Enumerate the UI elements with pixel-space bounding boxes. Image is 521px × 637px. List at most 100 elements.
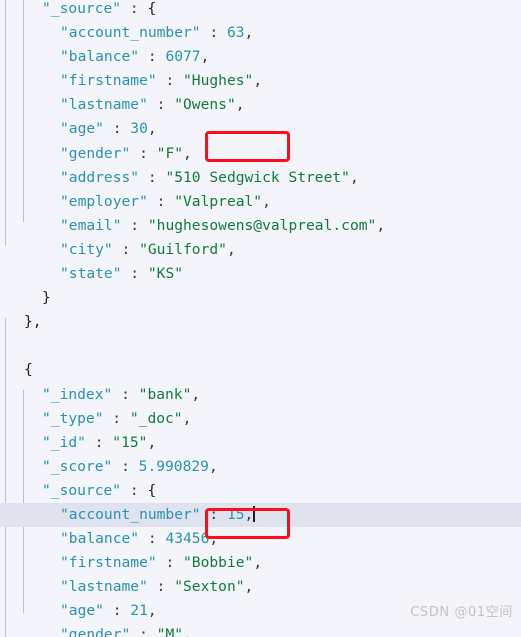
code-line[interactable]: "age" : 30, [0,117,521,141]
token-n: 21 [130,602,148,620]
token-k: "gender" [60,144,131,162]
token-p: : [112,240,140,258]
token-k: "balance" [60,530,140,548]
token-p: : [156,554,184,572]
token-k: "gender" [60,626,131,637]
token-k: "_id" [42,433,86,451]
code-line[interactable]: "city" : "Guilford", [0,238,521,262]
json-code-editor[interactable]: "_source" : {"account_number" : 63, "bala… [0,0,521,637]
token-s: "bank" [138,385,192,403]
token-k: "address" [60,168,140,186]
token-k: "state" [60,265,122,283]
token-b: } [42,289,51,307]
code-line[interactable]: "account_number" : 15, [0,502,521,528]
token-b: { [147,0,157,17]
token-p: , [235,96,245,114]
token-p: : [130,144,157,162]
token-k: "_score" [42,457,113,475]
token-p: : [147,96,175,114]
token-k: "lastname" [60,96,148,114]
token-p: : [139,168,166,186]
token-p: , [183,626,192,637]
token-n: 6077 [165,48,201,66]
token-s: "hughesowens@valpreal.com" [147,216,377,234]
token-p: , [147,120,157,138]
token-p: : [139,48,166,66]
token-p: , [147,602,157,620]
code-lines[interactable]: "_source" : {"account_number" : 63, "bala… [0,0,521,637]
token-b: { [24,361,33,379]
token-p: , [253,554,263,572]
code-line[interactable]: "employer" : "Valpreal", [0,190,521,214]
token-p: , [183,144,192,162]
token-p: , [208,457,218,475]
token-n: 5.990829 [138,457,209,475]
code-line[interactable] [0,334,521,358]
token-p: , [253,72,263,90]
token-k: "employer" [60,192,148,210]
token-p: : [139,530,166,548]
code-line[interactable]: } [0,286,521,310]
token-s: "M" [156,626,184,637]
token-k: "firstname" [60,72,157,90]
code-line[interactable]: "_index" : "bank", [0,383,521,407]
token-s: "Valpreal" [174,192,263,210]
code-line[interactable]: "lastname" : "Sexton", [0,575,521,599]
code-line[interactable]: "_type" : "_doc", [0,407,521,431]
token-p: , [200,48,210,66]
code-line[interactable]: "lastname" : "Owens", [0,93,521,117]
token-p: : [112,385,139,403]
token-s: "Guilford" [139,240,227,258]
token-k: "email" [60,216,122,234]
token-p: : [121,216,148,234]
token-s: "510 Sedgwick Street" [165,168,350,186]
token-p: , [147,433,157,451]
token-n: 43456 [165,530,210,548]
code-line[interactable]: "_id" : "15", [0,431,521,455]
token-p: , [226,240,236,258]
code-line[interactable]: { [0,358,521,382]
code-line[interactable]: "balance" : 6077, [0,45,521,69]
token-s: "Sexton" [174,578,245,596]
token-s: "15" [112,433,148,451]
token-p: , [244,505,254,523]
token-p: , [182,409,192,427]
token-s: "_doc" [129,409,183,427]
token-n: 63 [226,24,245,42]
token-s: "Hughes" [183,72,254,90]
code-line[interactable]: "firstname" : "Hughes", [0,69,521,93]
code-line[interactable]: "state" : "KS" [0,262,521,286]
token-k: "city" [60,240,113,258]
code-line[interactable]: "_score" : 5.990829, [0,455,521,479]
code-line[interactable]: "_source" : { [0,479,521,503]
token-p: : [121,265,148,283]
token-p: : [121,481,148,499]
token-k: "lastname" [60,578,148,596]
token-k: "account_number" [60,24,201,42]
token-p: : [147,192,175,210]
code-line[interactable]: "account_number" : 63, [0,21,521,45]
token-k: "_type" [42,409,104,427]
token-p: , [244,24,254,42]
code-line[interactable]: "gender" : "M", [0,623,521,637]
token-p: : [200,505,227,523]
code-line[interactable]: "gender" : "F", [0,142,521,166]
token-k: "balance" [60,48,140,66]
token-k: "_source" [42,481,122,499]
token-p: : [103,120,131,138]
text-cursor [253,505,255,522]
code-line[interactable]: }, [0,310,521,334]
csdn-watermark: CSDN @01空间 [410,604,513,620]
token-s: "F" [156,144,184,162]
token-k: "age" [60,120,104,138]
code-line[interactable]: "firstname" : "Bobbie", [0,551,521,575]
token-p: : [112,457,139,475]
token-p: : [156,72,184,90]
token-k: "_index" [42,385,113,403]
code-line[interactable]: "balance" : 43456, [0,527,521,551]
token-n: 15 [226,505,245,523]
code-line[interactable]: "address" : "510 Sedgwick Street", [0,166,521,190]
token-s: "KS" [147,265,184,283]
code-line[interactable]: "_source" : { [0,0,521,21]
code-line[interactable]: "email" : "hughesowens@valpreal.com", [0,214,521,238]
